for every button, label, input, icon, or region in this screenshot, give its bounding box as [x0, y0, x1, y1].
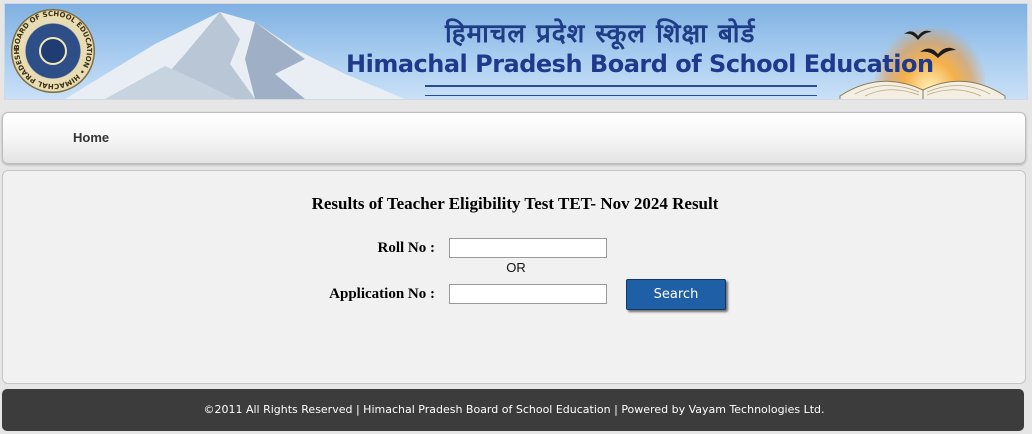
header-banner: BOARD OF SCHOOL EDUCATION • HIMACHAL PRA…	[4, 3, 1028, 100]
banner-title-hindi: हिमाचल प्रदेश स्कूल शिक्षा बोर्ड	[445, 19, 756, 49]
nav-bar: Home	[2, 112, 1026, 164]
search-button[interactable]: Search	[626, 279, 726, 310]
banner-title-english: Himachal Pradesh Board of School Educati…	[346, 50, 934, 78]
svg-text:BOARD OF SCHOOL EDUCATION • HI: BOARD OF SCHOOL EDUCATION • HIMACHAL PRA…	[13, 10, 93, 90]
banner-underline	[425, 85, 817, 96]
result-form-panel: Results of Teacher Eligibility Test TET-…	[2, 170, 1026, 384]
page-title: Results of Teacher Eligibility Test TET-…	[311, 194, 719, 213]
logo-ring-text: BOARD OF SCHOOL EDUCATION • HIMACHAL PRA…	[13, 10, 93, 90]
footer-copyright: ©2011 All Rights Reserved | Himachal Pra…	[203, 403, 825, 416]
roll-no-input[interactable]	[449, 238, 607, 258]
application-no-label: Application No :	[329, 286, 435, 302]
or-label: OR	[506, 260, 526, 275]
roll-no-label: Roll No :	[377, 240, 436, 256]
footer: ©2011 All Rights Reserved | Himachal Pra…	[2, 389, 1024, 431]
application-no-input[interactable]	[449, 284, 607, 304]
nav-home-link[interactable]: Home	[73, 130, 109, 145]
